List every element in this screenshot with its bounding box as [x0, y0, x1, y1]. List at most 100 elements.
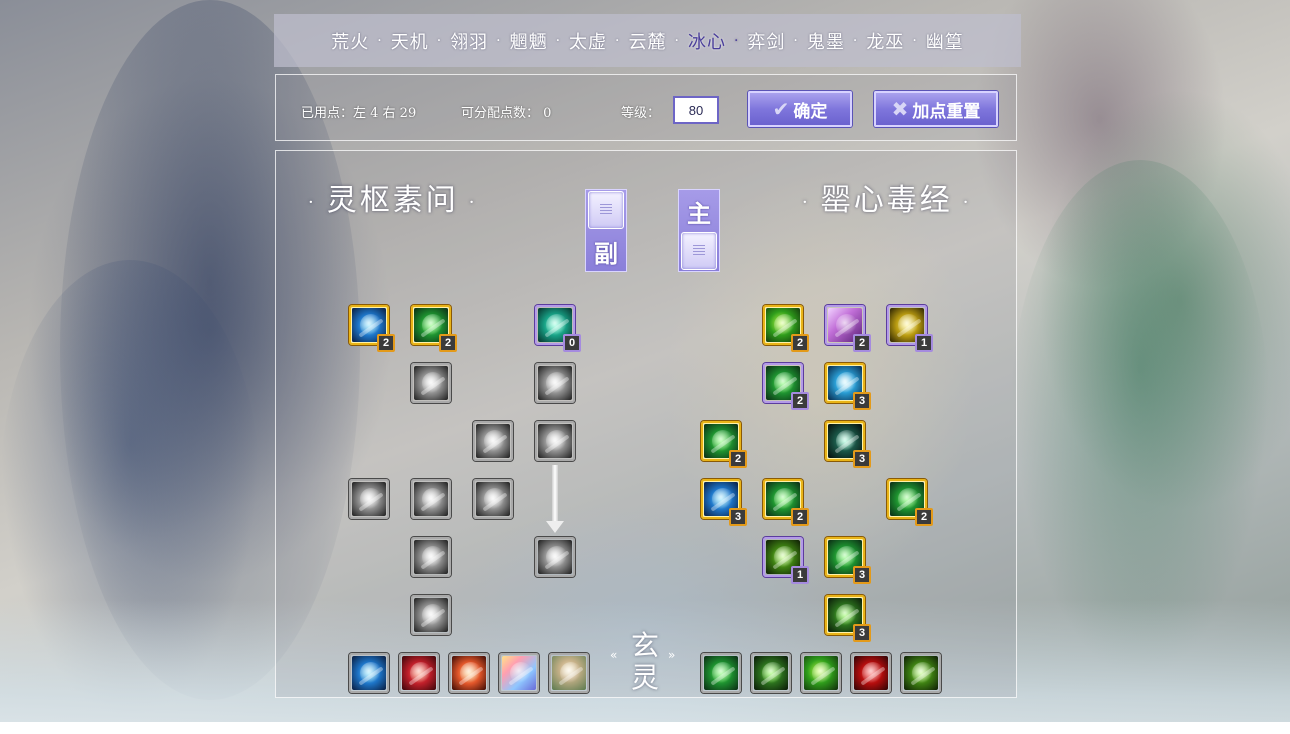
skill-slot[interactable]: 2	[763, 305, 809, 352]
skill-slot[interactable]: 2	[411, 305, 457, 352]
primary-tree-toggle[interactable]: 主	[678, 189, 720, 272]
skill-slot[interactable]	[411, 363, 451, 403]
skill-slot[interactable]	[349, 479, 389, 519]
withered-tree-icon	[538, 366, 572, 400]
sect-tab-6[interactable]: 冰心	[686, 28, 728, 54]
skill-slot[interactable]: 2	[887, 479, 933, 526]
confirm-button[interactable]: ✔ 确定	[748, 91, 852, 127]
eye-icon	[414, 540, 448, 574]
skill-points-badge: 2	[729, 450, 747, 468]
skill-slot[interactable]: 3	[701, 479, 747, 526]
skill-points-badge: 2	[439, 334, 457, 352]
skill-points-badge: 3	[853, 450, 871, 468]
skill-slot[interactable]	[449, 653, 489, 693]
sect-tab-10[interactable]: 幽篁	[924, 28, 966, 54]
tab-separator: ·	[377, 32, 383, 49]
tab-separator: ·	[615, 32, 621, 49]
skill-slot[interactable]: 2	[701, 421, 747, 468]
helmet-icon	[538, 540, 572, 574]
skill-slot[interactable]	[535, 421, 575, 461]
toggle-handle[interactable]	[588, 191, 624, 229]
skill-points-badge: 3	[729, 508, 747, 526]
tab-separator: ·	[793, 32, 799, 49]
skill-slot[interactable]	[473, 421, 513, 461]
skill-points-badge: 3	[853, 624, 871, 642]
tab-separator: ·	[555, 32, 562, 49]
skill-slot[interactable]	[411, 479, 451, 519]
skill-slot[interactable]	[411, 537, 451, 577]
secondary-tree-toggle[interactable]: 副	[585, 189, 627, 272]
title-dot: ·	[308, 191, 317, 213]
skill-slot[interactable]	[535, 363, 575, 403]
skill-slot[interactable]: 2	[349, 305, 395, 352]
clover-seal-icon	[476, 482, 510, 516]
skill-slot[interactable]	[549, 653, 589, 693]
skill-slot[interactable]	[751, 653, 791, 693]
sect-tab-8[interactable]: 鬼墨	[805, 28, 847, 54]
primary-label: 主	[687, 200, 711, 228]
sect-tab-1[interactable]: 天机	[389, 28, 431, 54]
confirm-button-label: 确定	[793, 101, 828, 122]
title-dot: ·	[468, 191, 478, 213]
reset-points-button[interactable]: ✖ 加点重置	[874, 91, 998, 127]
skill-slot[interactable]: 3	[825, 595, 871, 642]
xuanling-char-2: 灵	[630, 661, 659, 694]
skill-slot[interactable]: 3	[825, 537, 871, 584]
skill-slot[interactable]	[801, 653, 841, 693]
skill-points-badge: 3	[853, 392, 871, 410]
tab-separator: ·	[496, 32, 502, 49]
sect-tab-7[interactable]: 弈剑	[745, 28, 787, 54]
left-chevron-icon: «	[610, 648, 618, 662]
sect-tab-2[interactable]: 翎羽	[448, 28, 490, 54]
reset-button-label: 加点重置	[912, 101, 981, 122]
skill-slot[interactable]	[851, 653, 891, 693]
skill-points-badge: 1	[915, 334, 933, 352]
rainbow-orb-icon	[502, 656, 536, 690]
skill-slot[interactable]	[535, 537, 575, 577]
level-label: 等级：	[621, 106, 661, 121]
skill-slot[interactable]	[349, 653, 389, 693]
skill-slot[interactable]	[473, 479, 513, 519]
right-tree-title-text: 罂心毒经	[820, 183, 953, 218]
skill-slot[interactable]: 0	[535, 305, 581, 352]
skill-slot[interactable]: 3	[825, 363, 871, 410]
skill-slot[interactable]: 2	[763, 363, 809, 410]
left-tree-title: · 灵枢素问 ·	[298, 175, 487, 219]
tab-separator: ·	[852, 32, 859, 49]
xuanling-label: « 玄 灵 »	[608, 624, 682, 694]
skill-slot[interactable]	[411, 595, 451, 635]
level-input[interactable]	[673, 96, 719, 124]
skill-slot[interactable]	[901, 653, 941, 693]
meditation-figure-icon	[414, 366, 448, 400]
tab-separator: ·	[733, 32, 740, 49]
green-explosion-icon	[704, 656, 738, 690]
sword-strike-icon	[352, 482, 386, 516]
sect-tab-0[interactable]: 荒火	[329, 28, 371, 54]
skill-points-badge: 2	[853, 334, 871, 352]
sage-portrait-icon	[552, 656, 586, 690]
skill-slot[interactable]: 1	[887, 305, 933, 352]
sect-tab-bar: 荒火 · 天机 · 翎羽 · 魍魉 · 太虚 · 云麓 · 冰心 · 弈剑 · 鬼墨 · 龙巫 · 幽篁	[274, 14, 1021, 67]
skill-slot[interactable]: 1	[763, 537, 809, 584]
title-dot: ·	[962, 191, 972, 213]
whirlwind-icon	[476, 424, 510, 458]
skill-slot[interactable]: 2	[763, 479, 809, 526]
skill-slot[interactable]: 3	[825, 421, 871, 468]
sect-tab-4[interactable]: 太虚	[567, 28, 609, 54]
skill-slot[interactable]: 2	[825, 305, 871, 352]
skill-slot[interactable]	[701, 653, 741, 693]
sect-tab-9[interactable]: 龙巫	[864, 28, 906, 54]
available-points-text: 可分配点数： 0	[461, 106, 552, 121]
left-tree-title-text: 灵枢素问	[326, 183, 459, 218]
skill-slot[interactable]	[499, 653, 539, 693]
skill-slot[interactable]	[399, 653, 439, 693]
toggle-handle[interactable]	[681, 232, 717, 270]
sect-tab-5[interactable]: 云麓	[627, 28, 669, 54]
used-points-text: 已用点：左 4 右 29	[301, 106, 417, 121]
right-chevron-icon: »	[668, 648, 676, 662]
points-info-bar: 已用点：左 4 右 29 可分配点数： 0 等级： ✔ 确定 ✖ 加点重置	[275, 74, 1017, 141]
sect-tab-3[interactable]: 魍魉	[508, 28, 550, 54]
skill-tree-panel: · 灵枢素问 · · 罂心毒经 ·	[275, 150, 1017, 698]
blue-wave-icon	[352, 656, 386, 690]
tab-separator: ·	[674, 32, 680, 49]
